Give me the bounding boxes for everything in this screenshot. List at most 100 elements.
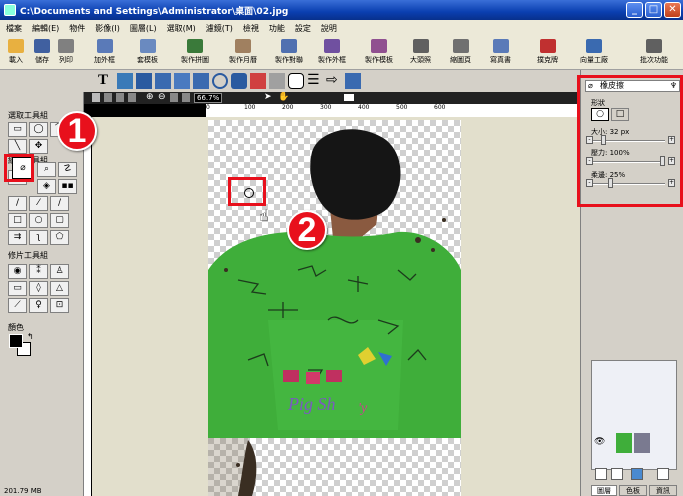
- polyline-tool[interactable]: ʅ: [29, 230, 48, 245]
- curve-tool[interactable]: ∕: [50, 196, 69, 211]
- clipart-icon[interactable]: [231, 73, 247, 89]
- actual-size-icon[interactable]: [182, 93, 190, 102]
- text-path-tool[interactable]: ⇉: [8, 230, 27, 245]
- brush-tool[interactable]: ⌕: [37, 162, 56, 177]
- photo-book-icon: [492, 39, 509, 53]
- text-tool-icon[interactable]: T: [98, 73, 114, 89]
- redeye-tool[interactable]: ◉: [8, 264, 27, 279]
- toolbar-id-photo-button[interactable]: 大頭照: [410, 39, 431, 65]
- toolbar-couplet-button[interactable]: 製作對聯: [275, 39, 303, 65]
- toolbar-thumbnail-button[interactable]: 縮圖頁: [450, 39, 471, 65]
- zoom-level[interactable]: 66.7%: [194, 93, 223, 103]
- rect-shape-icon[interactable]: [136, 73, 152, 89]
- stamp-shape-icon[interactable]: [345, 73, 361, 89]
- delete-layer-icon[interactable]: [611, 468, 623, 480]
- clone-tool[interactable]: ⁑: [29, 264, 48, 279]
- tab-info[interactable]: 資訊: [649, 485, 677, 496]
- ellipse-shape-icon[interactable]: [212, 73, 228, 89]
- zoom-in-icon[interactable]: ⊕: [146, 92, 154, 102]
- menu-edit[interactable]: 編輯(E): [32, 23, 59, 34]
- menu-image[interactable]: 影像(I): [95, 23, 120, 34]
- square-shape-icon[interactable]: [193, 73, 209, 89]
- menu-select[interactable]: 選取(M): [167, 23, 196, 34]
- toolbar-frame-button[interactable]: 加外框: [94, 39, 115, 65]
- foreground-color-swatch[interactable]: [9, 334, 23, 348]
- speech-bubble-icon[interactable]: [288, 73, 304, 89]
- stamp-icon[interactable]: [250, 73, 266, 89]
- menu-object[interactable]: 物件: [69, 23, 85, 34]
- lines-icon[interactable]: ☰: [307, 73, 323, 89]
- swap-colors-icon[interactable]: ↰: [27, 332, 34, 341]
- stamp-tool[interactable]: ♙: [50, 264, 69, 279]
- menu-view[interactable]: 檢視: [243, 23, 259, 34]
- rect-draw-tool[interactable]: □: [8, 213, 27, 228]
- bulb-tool[interactable]: ♀: [29, 298, 48, 313]
- maximize-button[interactable]: □: [645, 2, 662, 18]
- sharpen-tool[interactable]: △: [50, 281, 69, 296]
- layer-thumbnail[interactable]: [616, 433, 632, 453]
- fill-tool[interactable]: ◈: [37, 179, 56, 194]
- menu-file[interactable]: 檔案: [6, 23, 22, 34]
- menu-filter[interactable]: 濾鏡(T): [206, 23, 233, 34]
- svg-text:'y: 'y: [358, 401, 368, 416]
- close-button[interactable]: ✕: [664, 2, 681, 18]
- color-label: 顏色: [8, 323, 24, 332]
- menu-function[interactable]: 功能: [269, 23, 285, 34]
- smudge-tool[interactable]: ⟋: [8, 298, 27, 313]
- hand-icon[interactable]: ✋: [278, 92, 289, 102]
- toolbar-load-button[interactable]: 載入: [8, 39, 24, 65]
- tab-swatches[interactable]: 色板: [619, 485, 647, 496]
- toolbar-photobook-button[interactable]: 寫真書: [490, 39, 511, 65]
- move-tool[interactable]: ✥: [29, 139, 48, 154]
- menu-settings[interactable]: 設定: [295, 23, 311, 34]
- toolbar-vector-button[interactable]: 向量工廠: [580, 39, 608, 65]
- airbrush-tool[interactable]: ☡: [58, 162, 77, 177]
- ellipse-draw-tool[interactable]: ○: [29, 213, 48, 228]
- toolbar-calendar-button[interactable]: 製作月曆: [229, 39, 257, 65]
- tab-layers[interactable]: 圖層: [591, 485, 617, 496]
- roundrect-draw-tool[interactable]: ▢: [50, 213, 69, 228]
- view-mode-icon[interactable]: [344, 94, 354, 101]
- effect-icon[interactable]: [269, 73, 285, 89]
- step-2-marker: 2: [287, 210, 327, 250]
- layers-list[interactable]: 👁: [591, 360, 677, 470]
- image-insert-icon[interactable]: [117, 73, 133, 89]
- pen-tool[interactable]: /: [8, 196, 27, 211]
- gradient-tool[interactable]: ▪▪: [58, 179, 77, 194]
- menu-layer[interactable]: 圖層(L): [130, 23, 157, 34]
- dodge-tool[interactable]: ▭: [8, 281, 27, 296]
- menu-help[interactable]: 說明: [321, 23, 337, 34]
- layer-property-icon[interactable]: [631, 468, 643, 480]
- wand-tool[interactable]: ╲: [8, 139, 27, 154]
- frame-shape-icon[interactable]: [174, 73, 190, 89]
- nav-prev-icon[interactable]: [104, 93, 112, 102]
- toolbar-make-frame-button[interactable]: 製作外框: [318, 39, 346, 65]
- rect-select-tool[interactable]: ▭: [8, 122, 27, 137]
- minimize-button[interactable]: _: [626, 2, 643, 18]
- pointer-icon[interactable]: ➤: [264, 92, 272, 102]
- nav-next-icon[interactable]: [116, 93, 124, 102]
- filter-brush-tool[interactable]: ⊡: [50, 298, 69, 313]
- toolbar-save-button[interactable]: 儲存: [34, 39, 50, 65]
- toolbar-puzzle-button[interactable]: 製作拼圖: [181, 39, 209, 65]
- merge-layer-icon[interactable]: [657, 468, 669, 480]
- layer-mask-thumbnail[interactable]: [634, 433, 650, 453]
- toolbar-poker-button[interactable]: 撲克牌: [537, 39, 558, 65]
- toolbar-print-button[interactable]: 列印: [58, 39, 74, 65]
- eye-icon[interactable]: 👁: [594, 437, 605, 447]
- fit-icon[interactable]: [170, 93, 178, 102]
- drop-tool[interactable]: ◊: [29, 281, 48, 296]
- toolbar-batch-button[interactable]: 批次功能: [640, 39, 668, 65]
- toolbar-make-template-button[interactable]: 製作模板: [365, 39, 393, 65]
- polygon-tool[interactable]: ⬠: [50, 230, 69, 245]
- new-layer-icon[interactable]: [595, 468, 607, 480]
- nav-first-icon[interactable]: [92, 93, 100, 102]
- line-tool[interactable]: ⁄: [29, 196, 48, 211]
- rounded-rect-icon[interactable]: [155, 73, 171, 89]
- zoom-out-icon[interactable]: ⊖: [158, 92, 166, 102]
- nav-last-icon[interactable]: [128, 93, 136, 102]
- arrow-icon[interactable]: ⇨: [326, 73, 342, 89]
- ellipse-select-tool[interactable]: ◯: [29, 122, 48, 137]
- toolbar-template-button[interactable]: 套模板: [137, 39, 158, 65]
- canvas-workspace[interactable]: ⊕ ⊖ 66.7% ➤ ✋ 0 100 200 300 400 500 600: [84, 92, 580, 496]
